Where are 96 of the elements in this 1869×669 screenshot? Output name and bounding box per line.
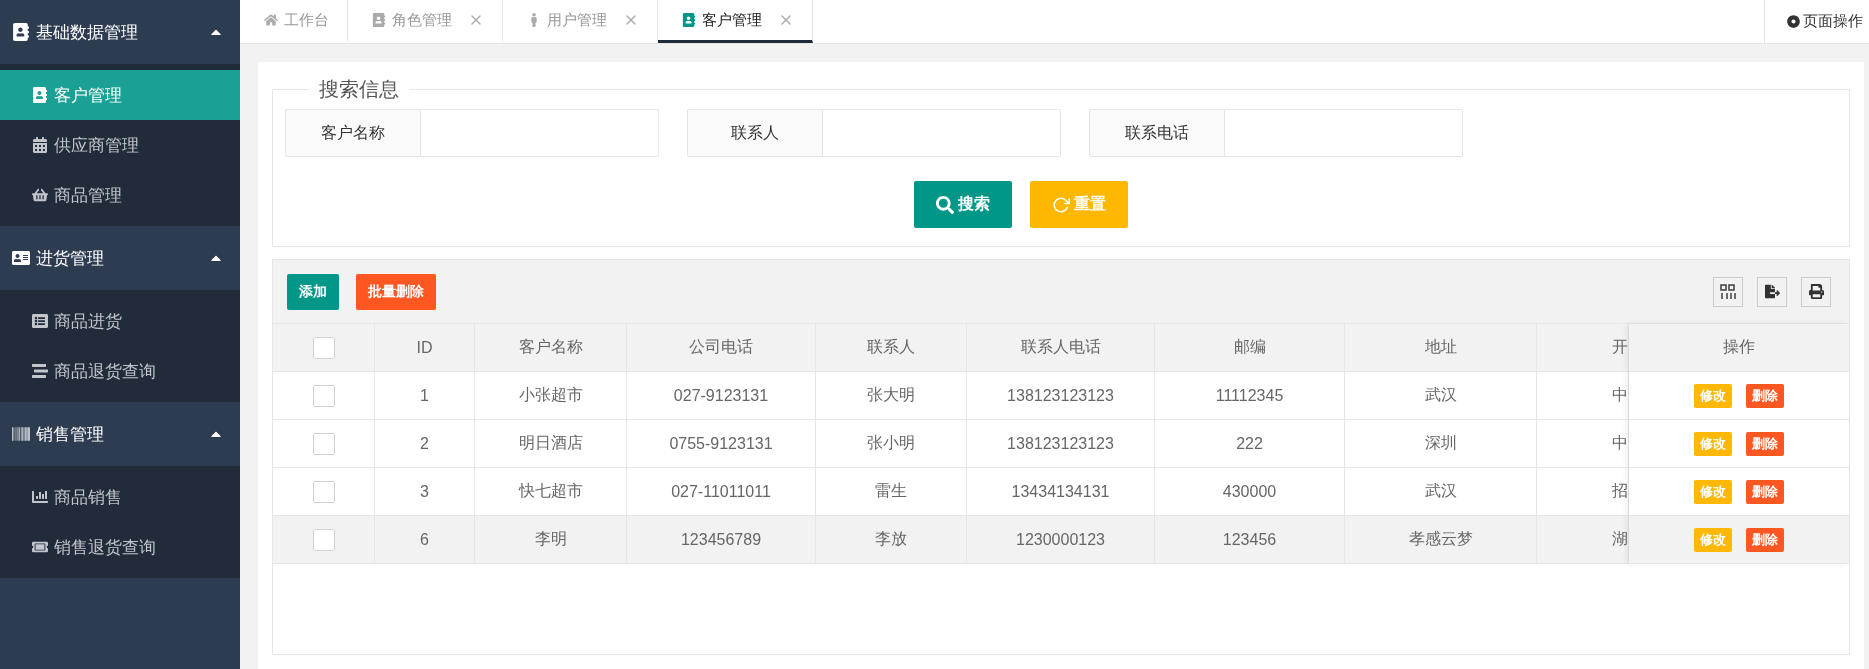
column-header: 联系人电话 (967, 324, 1155, 371)
column-header: 地址 (1345, 324, 1537, 371)
delete-button[interactable]: 删除 (1746, 383, 1784, 408)
group-icon (12, 23, 30, 41)
search-field[interactable] (1225, 109, 1463, 157)
checkbox[interactable] (312, 384, 335, 407)
columns-icon (1720, 283, 1736, 300)
column-header: 公司电话 (627, 324, 816, 371)
table-cell: 13434134131 (967, 468, 1155, 515)
sidebar-item[interactable]: 客户管理 (0, 70, 240, 120)
table-cell: 明日酒店 (475, 420, 627, 467)
panel-title: 搜索信息 (318, 77, 400, 102)
edit-button[interactable]: 修改 (1694, 527, 1732, 552)
menu-icon (32, 313, 48, 329)
table-cell: 武汉 (1345, 468, 1537, 515)
table-cell: 1 (375, 372, 475, 419)
menu-icon (32, 87, 48, 103)
tab[interactable]: 用户管理 (503, 0, 658, 43)
checkbox[interactable] (312, 336, 335, 359)
tab-icon (682, 13, 696, 27)
column-header: 客户名称 (475, 324, 627, 371)
table-cell: 张小明 (816, 420, 967, 467)
sidebar-item[interactable]: 销售退货查询 (0, 522, 240, 572)
checkbox[interactable] (312, 480, 335, 503)
edit-button[interactable]: 修改 (1694, 479, 1732, 504)
table-cell: 123456 (1155, 516, 1345, 563)
delete-button[interactable]: 删除 (1746, 479, 1784, 504)
table-cell: 0755-9123131 (627, 420, 816, 467)
column-header: 操作 (1629, 324, 1849, 372)
checkbox[interactable] (312, 528, 335, 551)
table-cell: 11112345 (1155, 372, 1345, 419)
search-field[interactable] (421, 109, 659, 157)
table-cell: 快七超市 (475, 468, 627, 515)
tab[interactable]: 工作台 (240, 0, 348, 43)
table-cell: 小张超市 (475, 372, 627, 419)
table-cell: 430000 (1155, 468, 1345, 515)
table-cell: 孝感云梦 (1345, 516, 1537, 563)
refresh-icon (1052, 195, 1070, 214)
field-label: 联系电话 (1089, 109, 1225, 157)
table-cell: 123456789 (627, 516, 816, 563)
toolbar-button[interactable]: 批量删除 (356, 273, 436, 310)
sidebar-group[interactable]: 进货管理 (0, 226, 240, 290)
menu-icon (32, 489, 48, 505)
delete-button[interactable]: 删除 (1746, 527, 1784, 552)
table-cell: 深圳 (1345, 420, 1537, 467)
menu-icon (32, 137, 48, 153)
menu-icon (32, 187, 48, 203)
table-cell: 武汉 (1345, 372, 1537, 419)
delete-button[interactable]: 删除 (1746, 431, 1784, 456)
tab-icon (264, 13, 278, 27)
group-icon (12, 425, 30, 443)
tab-icon (372, 13, 386, 27)
group-icon (12, 249, 30, 267)
table-cell: 雷生 (816, 468, 967, 515)
table-cell: 李放 (816, 516, 967, 563)
search-field[interactable] (823, 109, 1061, 157)
table-cell: 138123123123 (967, 420, 1155, 467)
columns-button[interactable] (1713, 276, 1743, 307)
tab[interactable]: 角色管理 (348, 0, 503, 43)
tab[interactable]: 客户管理 (658, 0, 813, 43)
table-cell: 027-11011011 (627, 468, 816, 515)
field-label: 联系人 (687, 109, 823, 157)
column-header: 邮编 (1155, 324, 1345, 371)
table-cell: 027-9123131 (627, 372, 816, 419)
sidebar-group[interactable]: 基础数据管理 (0, 0, 240, 64)
search-icon (936, 195, 954, 214)
table-cell: 6 (375, 516, 475, 563)
page-actions-button[interactable]: 页面操作 (1764, 0, 1869, 43)
table-cell: 李明 (475, 516, 627, 563)
print-icon (1808, 284, 1824, 299)
table-cell: 222 (1155, 420, 1345, 467)
edit-button[interactable]: 修改 (1694, 383, 1732, 408)
checkbox[interactable] (312, 432, 335, 455)
search-button[interactable]: 重置 (1030, 181, 1128, 228)
sidebar-item[interactable]: 商品管理 (0, 170, 240, 220)
search-button[interactable]: 搜索 (914, 181, 1012, 228)
sidebar-item[interactable]: 供应商管理 (0, 120, 240, 170)
sidebar-item[interactable]: 商品进货 (0, 296, 240, 346)
edit-button[interactable]: 修改 (1694, 431, 1732, 456)
print-button[interactable] (1801, 276, 1831, 307)
table-cell: 3 (375, 468, 475, 515)
sidebar-item[interactable]: 商品退货查询 (0, 346, 240, 396)
menu-icon (32, 363, 48, 379)
export-icon (1764, 284, 1780, 299)
sidebar-group[interactable]: 销售管理 (0, 402, 240, 466)
toolbar-button[interactable]: 添加 (287, 273, 339, 310)
table-cell: 138123123123 (967, 372, 1155, 419)
sidebar-item[interactable]: 商品销售 (0, 472, 240, 522)
table-cell: 2 (375, 420, 475, 467)
menu-icon (32, 539, 48, 555)
table-cell: 1230000123 (967, 516, 1155, 563)
field-label: 客户名称 (285, 109, 421, 157)
column-header: ID (375, 324, 475, 371)
table-cell: 张大明 (816, 372, 967, 419)
export-button[interactable] (1757, 276, 1787, 307)
column-header: 联系人 (816, 324, 967, 371)
